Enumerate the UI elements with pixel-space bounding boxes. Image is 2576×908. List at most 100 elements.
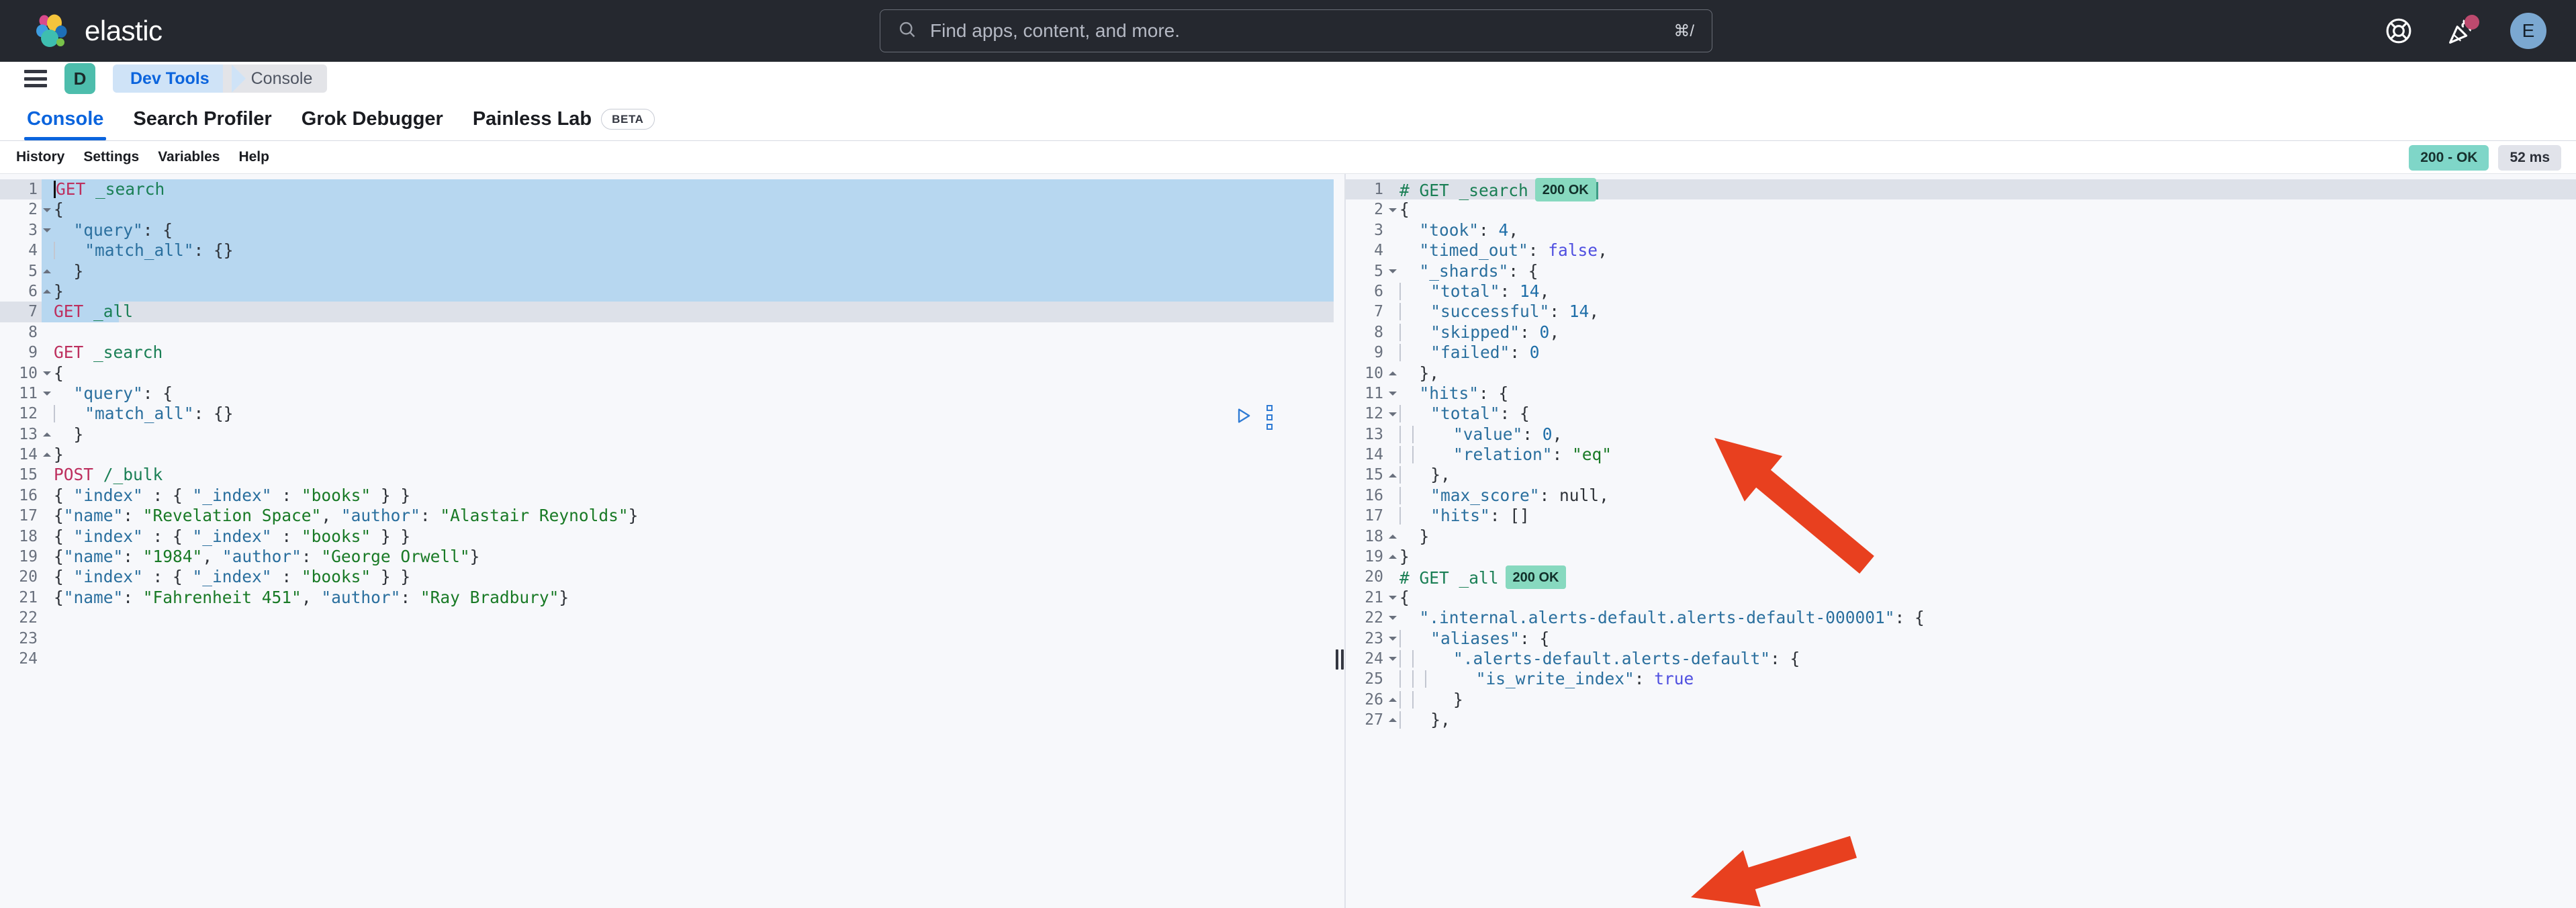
code-line: 11 "query": {	[0, 383, 1334, 404]
code-line-text: "query": {	[42, 220, 173, 240]
code-line-text: "query": {	[42, 383, 173, 404]
play-icon[interactable]	[1234, 406, 1253, 428]
line-number: 18	[19, 527, 38, 545]
code-token: "timed_out"	[1419, 240, 1528, 261]
code-token: ,	[301, 587, 322, 607]
code-token: GET	[54, 302, 84, 322]
code-line-text: ".internal.alerts-default.alerts-default…	[1387, 608, 1925, 628]
code-token: "Alastair Reynolds"	[440, 506, 629, 526]
submenu-item-help[interactable]: Help	[229, 149, 279, 165]
global-search-placeholder: Find apps, content, and more.	[930, 20, 1180, 41]
line-number: 17	[1365, 507, 1383, 525]
code-line: 27 },	[1346, 710, 2576, 730]
code-line: 7 GET _all	[0, 302, 1334, 323]
code-token: "books"	[301, 567, 371, 587]
submenu-item-history[interactable]: History	[7, 149, 74, 165]
breadcrumb-item-dev-tools[interactable]: Dev Tools	[113, 64, 246, 93]
code-line: 1 GET _search	[0, 179, 1334, 200]
code-line: 23	[0, 629, 1334, 649]
submenu-item-settings[interactable]: Settings	[74, 149, 148, 165]
request-editor-code[interactable]: 1 GET _search 2{3 "query": {4 "match_all":…	[0, 174, 1334, 669]
code-token: "name"	[63, 587, 124, 607]
code-token: _all	[93, 302, 134, 322]
tab-search-profiler[interactable]: Search Profiler	[118, 97, 286, 140]
code-line-text: "failed": 0	[1387, 343, 1540, 363]
party-popper-icon[interactable]	[2447, 15, 2479, 46]
code-token: ,	[1508, 220, 1519, 240]
code-token: 0	[1529, 343, 1540, 363]
code-token: "query"	[73, 220, 143, 240]
code-line: 3 "query": {	[0, 220, 1334, 241]
code-token: 14	[1569, 302, 1590, 322]
line-number: 14	[1365, 446, 1383, 464]
lifebuoy-icon[interactable]	[2384, 16, 2413, 46]
code-token: :	[400, 587, 420, 607]
code-line-text: "total": 14,	[1387, 281, 1549, 302]
main-tabs: Console Search Profiler Grok Debugger Pa…	[0, 95, 2576, 141]
code-line: 14 "relation": "eq"	[1346, 445, 2576, 465]
panel-divider[interactable]	[1334, 174, 1346, 908]
line-number: 4	[28, 242, 38, 260]
menu-hamburger-icon[interactable]	[24, 70, 47, 87]
code-token: "value"	[1453, 424, 1523, 444]
submenu-item-variables[interactable]: Variables	[148, 149, 229, 165]
global-header: elastic Find apps, content, and more. ⌘/	[0, 0, 2576, 62]
line-number: 6	[0, 281, 51, 302]
code-token: :	[1520, 322, 1540, 342]
request-editor[interactable]: 1 GET _search 2{3 "query": {4 "match_all":…	[0, 174, 1334, 908]
code-token: "index"	[73, 485, 143, 505]
breadcrumb: Dev Tools Console	[113, 64, 328, 93]
code-token: ,	[202, 547, 222, 567]
code-token: {	[54, 506, 64, 526]
avatar[interactable]: E	[2510, 13, 2546, 49]
code-token: },	[1399, 363, 1440, 383]
line-number: 21	[19, 588, 38, 606]
code-token: ,	[1589, 302, 1600, 322]
response-panel[interactable]: 1 # GET _search 200 OK 2{3 "took": 4, 4 "tim…	[1346, 174, 2576, 908]
code-line-text: {"name": "Fahrenheit 451", "author": "Ra…	[42, 588, 569, 608]
panel-resize-handle[interactable]	[1335, 649, 1344, 670]
code-token: }	[54, 445, 64, 465]
global-search-input[interactable]: Find apps, content, and more. ⌘/	[880, 9, 1712, 52]
code-token: "hits"	[1419, 383, 1479, 403]
line-number: 21	[1346, 588, 1397, 608]
code-token: }	[628, 506, 639, 526]
code-line-text: { "index" : { "_index" : "books" } }	[42, 527, 410, 547]
tab-search-profiler-label: Search Profiler	[133, 107, 272, 130]
code-line: 21{	[1346, 588, 2576, 608]
code-token: : []	[1489, 506, 1530, 526]
tab-painless-lab[interactable]: Painless Lab BETA	[458, 97, 670, 140]
line-number: 13	[1365, 425, 1383, 443]
code-token: "max_score"	[1430, 485, 1540, 505]
code-token: "index"	[73, 567, 143, 587]
project-badge[interactable]: D	[64, 63, 95, 94]
line-number: 3	[0, 220, 51, 240]
indent-guide	[1399, 690, 1401, 709]
code-token: : {}	[193, 404, 234, 424]
tab-console[interactable]: Console	[12, 97, 118, 140]
line-number: 12	[19, 405, 38, 423]
response-status-chip: 200 OK	[1534, 177, 1596, 201]
line-number: 4	[1374, 242, 1383, 260]
code-token: ,	[1539, 281, 1550, 301]
brand[interactable]: elastic	[0, 13, 163, 49]
line-number: 20	[19, 568, 38, 586]
code-token: # GET _all	[1399, 568, 1499, 588]
code-token: ,	[1599, 485, 1609, 505]
code-token: {	[54, 199, 64, 220]
three-dots-vertical-icon[interactable]	[1267, 405, 1273, 430]
code-line: 17 {"name": "Revelation Space", "author":…	[0, 506, 1334, 526]
code-line: 25 "is_write_index": true	[1346, 669, 2576, 689]
code-line: 3 "took": 4,	[1346, 220, 2576, 240]
line-number: 5	[0, 261, 51, 281]
code-line-text: "max_score": null,	[1387, 486, 1609, 506]
line-number: 14	[0, 445, 51, 465]
tab-grok-debugger[interactable]: Grok Debugger	[287, 97, 458, 140]
code-token: ,	[321, 506, 341, 526]
line-number: 9	[1374, 344, 1383, 362]
